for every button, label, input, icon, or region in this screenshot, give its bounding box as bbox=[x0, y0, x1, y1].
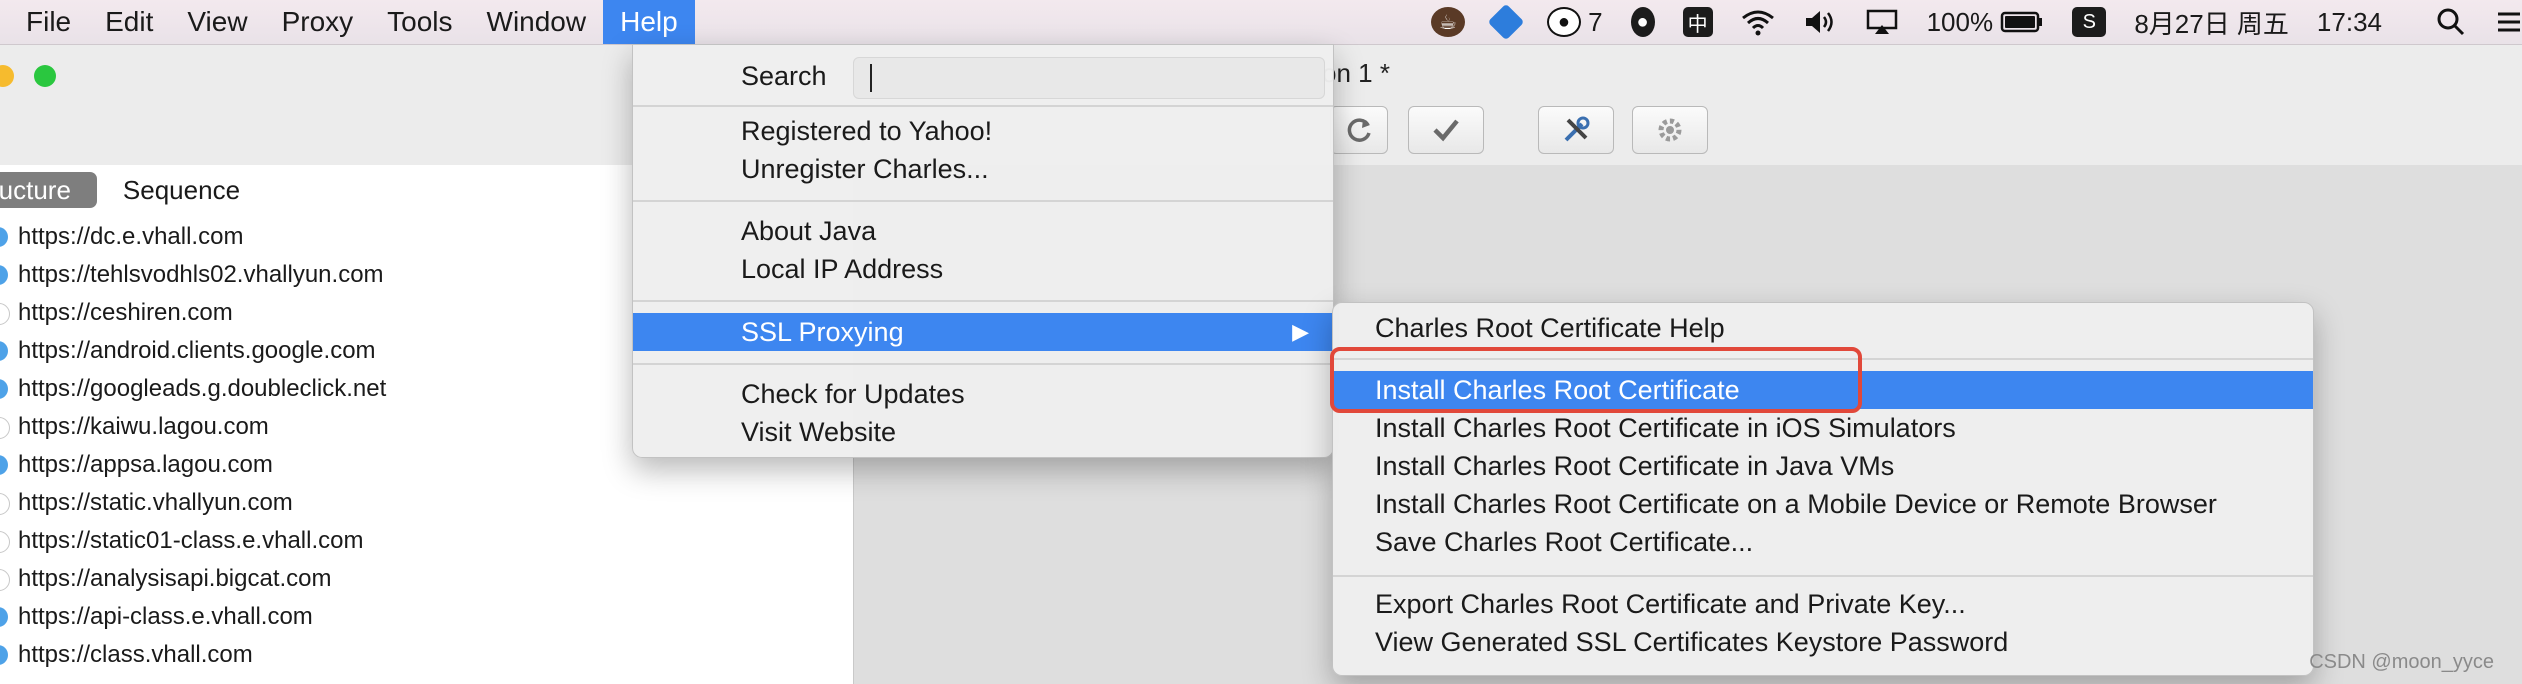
menu-item-local-ip[interactable]: Local IP Address bbox=[633, 250, 1333, 288]
host-url: https://class.vhall.com bbox=[18, 641, 253, 668]
host-url: https://dc.e.vhall.com bbox=[18, 223, 244, 250]
menu-item-install-ios-simulators[interactable]: Install Charles Root Certificate in iOS … bbox=[1333, 409, 2313, 447]
globe-icon bbox=[0, 341, 8, 361]
qq-icon[interactable]: ● bbox=[1630, 0, 1655, 44]
list-item[interactable]: https://class.vhall.com bbox=[0, 636, 853, 674]
clock-time[interactable]: 17:34 bbox=[2317, 0, 2382, 44]
host-url: https://googleads.g.doubleclick.net bbox=[18, 375, 387, 402]
menu-help[interactable]: Help bbox=[603, 0, 695, 44]
host-url: https://ceshiren.com bbox=[18, 299, 233, 326]
validate-button[interactable] bbox=[1408, 106, 1484, 154]
menu-bar: File Edit View Proxy Tools Window Help ☕… bbox=[0, 0, 2522, 45]
checkmark-icon bbox=[1433, 119, 1459, 142]
zoom-window-button[interactable] bbox=[34, 65, 56, 87]
list-item[interactable]: https://static.vhallyun.com bbox=[0, 484, 853, 522]
clock-date[interactable]: 8月27日 周五 bbox=[2134, 0, 2289, 44]
menu-separator bbox=[633, 105, 1333, 107]
menu-separator bbox=[1333, 575, 2313, 577]
help-search-row: Search bbox=[633, 57, 1333, 99]
menu-item-visit-website[interactable]: Visit Website bbox=[633, 413, 1333, 451]
menu-item-registered[interactable]: Registered to Yahoo! bbox=[633, 112, 1333, 150]
status-area: ☕ ● 7 ● 中 100% S 8月27日 周五 17:34 bbox=[1417, 0, 2522, 44]
menu-item-save-root-cert[interactable]: Save Charles Root Certificate... bbox=[1333, 523, 2313, 561]
globe-icon bbox=[0, 607, 8, 627]
menu-item-root-cert-help[interactable]: Charles Root Certificate Help bbox=[1333, 309, 2313, 347]
menu-separator bbox=[633, 200, 1333, 202]
globe-icon bbox=[0, 379, 8, 399]
ssl-proxying-label: SSL Proxying bbox=[741, 317, 904, 347]
menu-edit[interactable]: Edit bbox=[88, 0, 170, 44]
globe-icon bbox=[0, 417, 10, 439]
globe-icon bbox=[0, 227, 8, 247]
menu-item-check-updates[interactable]: Check for Updates bbox=[633, 375, 1333, 413]
wechat-icon[interactable]: ● 7 bbox=[1546, 0, 1603, 44]
list-item[interactable]: https://static01-class.e.vhall.com bbox=[0, 522, 853, 560]
input-method-icon[interactable]: 中 bbox=[1682, 0, 1713, 44]
menu-proxy[interactable]: Proxy bbox=[265, 0, 371, 44]
host-url: https://static01-class.e.vhall.com bbox=[18, 527, 364, 554]
menu-item-install-mobile-device[interactable]: Install Charles Root Certificate on a Mo… bbox=[1333, 485, 2313, 523]
app-s-icon[interactable]: S bbox=[2072, 0, 2107, 44]
host-url: https://tehlsvodhls02.vhallyun.com bbox=[18, 261, 384, 288]
menu-separator bbox=[633, 363, 1333, 365]
globe-icon bbox=[0, 531, 10, 553]
help-search-label: Search bbox=[741, 61, 827, 91]
host-url: https://kaiwu.lagou.com bbox=[18, 413, 269, 440]
globe-icon bbox=[0, 303, 10, 325]
host-url: https://appsa.lagou.com bbox=[18, 451, 273, 478]
menu-item-about-java[interactable]: About Java bbox=[633, 212, 1333, 250]
menu-tools[interactable]: Tools bbox=[370, 0, 469, 44]
tools-button[interactable] bbox=[1538, 106, 1614, 154]
host-url: https://analysisapi.bigcat.com bbox=[18, 565, 332, 592]
menu-item-ssl-proxying[interactable]: SSL Proxying ▶ bbox=[633, 313, 1333, 351]
menu-view[interactable]: View bbox=[170, 0, 264, 44]
spotlight-search-icon[interactable] bbox=[2436, 0, 2466, 44]
airplay-icon[interactable] bbox=[1865, 0, 1899, 44]
globe-icon bbox=[0, 645, 8, 665]
refresh-icon bbox=[1347, 118, 1371, 142]
wifi-icon[interactable] bbox=[1741, 0, 1775, 44]
host-url: https://static.vhallyun.com bbox=[18, 489, 293, 516]
volume-icon[interactable] bbox=[1803, 0, 1837, 44]
annotation-highlight-box bbox=[1330, 347, 1862, 413]
host-url: https://android.clients.google.com bbox=[18, 337, 376, 364]
globe-icon bbox=[0, 265, 8, 285]
menu-item-export-root-cert[interactable]: Export Charles Root Certificate and Priv… bbox=[1333, 585, 2313, 623]
battery-status[interactable]: 100% bbox=[1927, 0, 2045, 44]
menu-item-install-java-vms[interactable]: Install Charles Root Certificate in Java… bbox=[1333, 447, 2313, 485]
dingtalk-icon[interactable] bbox=[1487, 0, 1525, 44]
view-tabs: ructure Sequence bbox=[0, 170, 266, 210]
repeat-button[interactable] bbox=[1330, 106, 1388, 154]
watermark: CSDN @moon_yyce bbox=[2309, 651, 2494, 673]
settings-button[interactable] bbox=[1632, 106, 1708, 154]
globe-icon bbox=[0, 455, 8, 475]
globe-icon bbox=[0, 493, 10, 515]
menu-item-view-keystore-password[interactable]: View Generated SSL Certificates Keystore… bbox=[1333, 623, 2313, 661]
submenu-arrow-icon: ▶ bbox=[1292, 319, 1309, 344]
list-item[interactable]: https://api-class.e.vhall.com bbox=[0, 598, 853, 636]
host-url: https://api-class.e.vhall.com bbox=[18, 603, 313, 630]
menu-file[interactable]: File bbox=[0, 0, 88, 44]
menu-separator bbox=[633, 300, 1333, 302]
help-search-input[interactable] bbox=[853, 57, 1325, 99]
menu-item-unregister[interactable]: Unregister Charles... bbox=[633, 150, 1333, 188]
list-item[interactable]: https://analysisapi.bigcat.com bbox=[0, 560, 853, 598]
battery-percent: 100% bbox=[1926, 6, 1994, 37]
charles-status-icon[interactable]: ☕ bbox=[1430, 0, 1465, 44]
wechat-count: 7 bbox=[1588, 6, 1603, 37]
help-menu-dropdown: Search Registered to Yahoo! Unregister C… bbox=[632, 44, 1334, 458]
menu-window[interactable]: Window bbox=[470, 0, 604, 44]
tab-structure[interactable]: ructure bbox=[0, 172, 97, 208]
menu-extras-icon[interactable] bbox=[2494, 0, 2522, 44]
text-caret bbox=[870, 64, 872, 92]
globe-icon bbox=[0, 569, 10, 591]
gear-icon bbox=[1658, 118, 1682, 142]
tab-sequence[interactable]: Sequence bbox=[97, 172, 266, 208]
battery-icon bbox=[2001, 11, 2043, 33]
wrench-screwdriver-icon bbox=[1564, 116, 1590, 142]
